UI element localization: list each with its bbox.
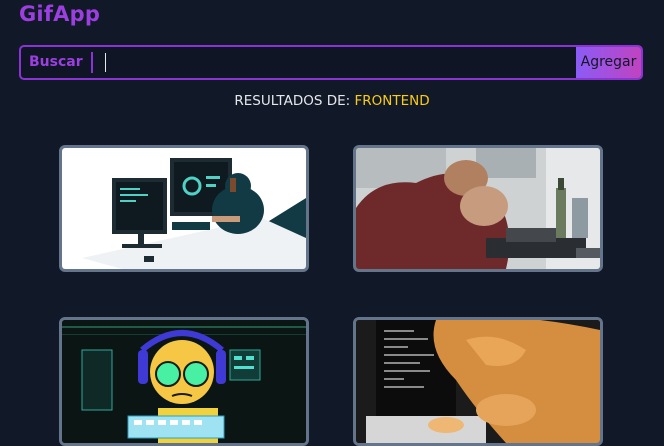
- results-term: FRONTEND: [354, 93, 430, 109]
- frustrated-man-at-computer: [356, 148, 600, 269]
- app-title: GifApp: [19, 2, 101, 26]
- developer-at-desk-illustration: [62, 148, 306, 269]
- search-label: Buscar: [29, 54, 83, 70]
- add-button[interactable]: Agregar: [576, 47, 641, 78]
- cartoon-hacker-with-headphones: [62, 320, 306, 443]
- app-root: GifApp Buscar Agregar RESULTADOS DE: FRO…: [0, 0, 664, 446]
- gif-card-2[interactable]: [353, 145, 603, 272]
- gif-card-4[interactable]: [353, 317, 603, 446]
- search-form: Buscar Agregar: [19, 45, 643, 80]
- gif-card-1[interactable]: [59, 145, 309, 272]
- cat-typing-on-laptop: [356, 320, 600, 443]
- results-heading: RESULTADOS DE: FRONTEND: [0, 93, 664, 109]
- results-prefix: RESULTADOS DE:: [234, 93, 355, 109]
- gif-card-3[interactable]: [59, 317, 309, 446]
- search-divider: [91, 52, 93, 73]
- text-caret: [105, 53, 106, 72]
- search-input[interactable]: [97, 49, 577, 76]
